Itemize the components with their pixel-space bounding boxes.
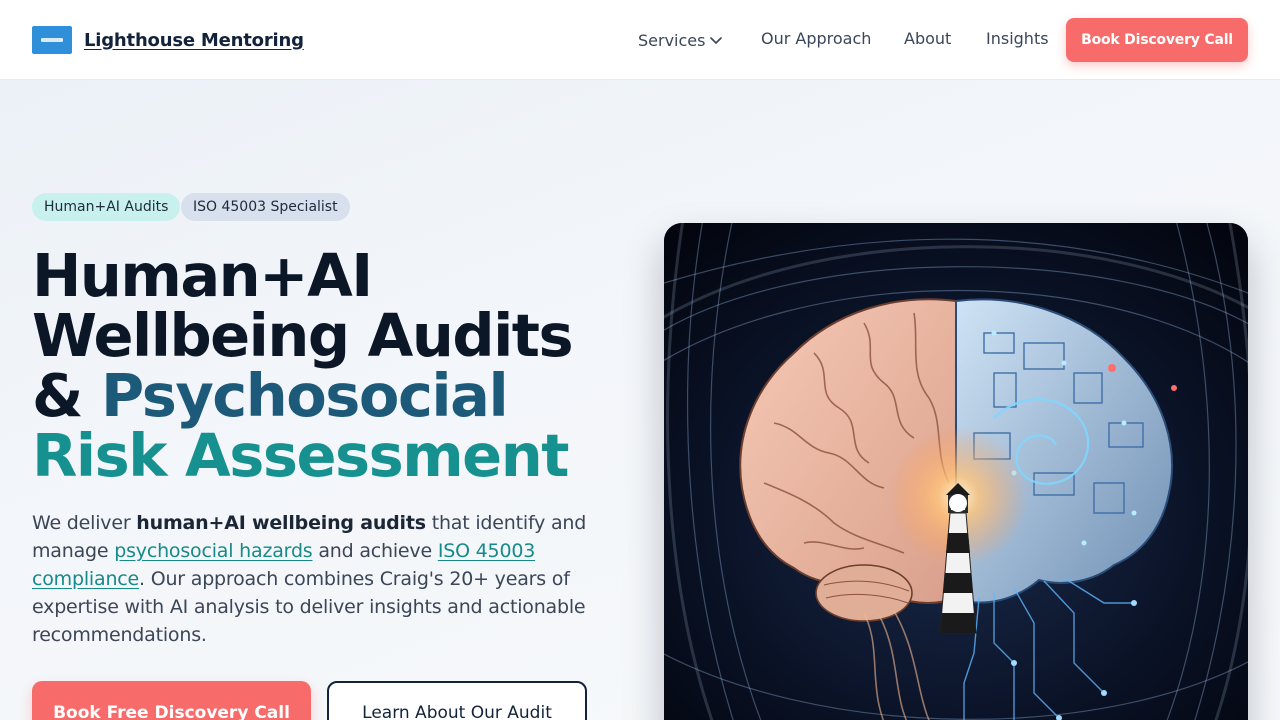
hero-title-line-2: Wellbeing Audits (32, 301, 574, 370)
hero-text-bold: human+AI wellbeing audits (136, 512, 426, 534)
hero-text-part: We deliver (32, 512, 137, 534)
badge-iso-specialist: ISO 45003 Specialist (181, 193, 350, 221)
hero-title-ampersand: & (32, 361, 101, 430)
hero-title-line-4: Risk Assessment (32, 421, 569, 490)
learn-about-audit-button[interactable]: Learn About Our Audit (327, 681, 587, 720)
chevron-down-icon (709, 32, 723, 51)
hero-text-part: and achieve (312, 540, 438, 562)
hero-title-line-1: Human+AI (32, 241, 373, 310)
nav-about[interactable]: About (904, 29, 951, 48)
nav-our-approach[interactable]: Our Approach (761, 29, 871, 48)
hero-title-line-3: & Psychosocial (32, 366, 632, 426)
psychosocial-hazards-link[interactable]: psychosocial hazards (114, 540, 312, 562)
nav-services-label: Services (638, 31, 706, 50)
hero-description: We deliver human+AI wellbeing audits tha… (32, 509, 602, 649)
hero-title-accent-psychosocial: Psychosocial (101, 361, 509, 430)
hero-title: Human+AI Wellbeing Audits & Psychosocial… (32, 246, 632, 486)
book-free-discovery-call-button[interactable]: Book Free Discovery Call (32, 681, 311, 720)
badge-human-ai-audits: Human+AI Audits (32, 193, 181, 221)
nav-services[interactable]: Services (638, 31, 723, 51)
brain-lighthouse-illustration (664, 223, 1248, 720)
nav-insights[interactable]: Insights (986, 29, 1049, 48)
book-discovery-call-button[interactable]: Book Discovery Call (1066, 18, 1248, 62)
site-header: Lighthouse Mentoring Services Our Approa… (0, 0, 1280, 80)
